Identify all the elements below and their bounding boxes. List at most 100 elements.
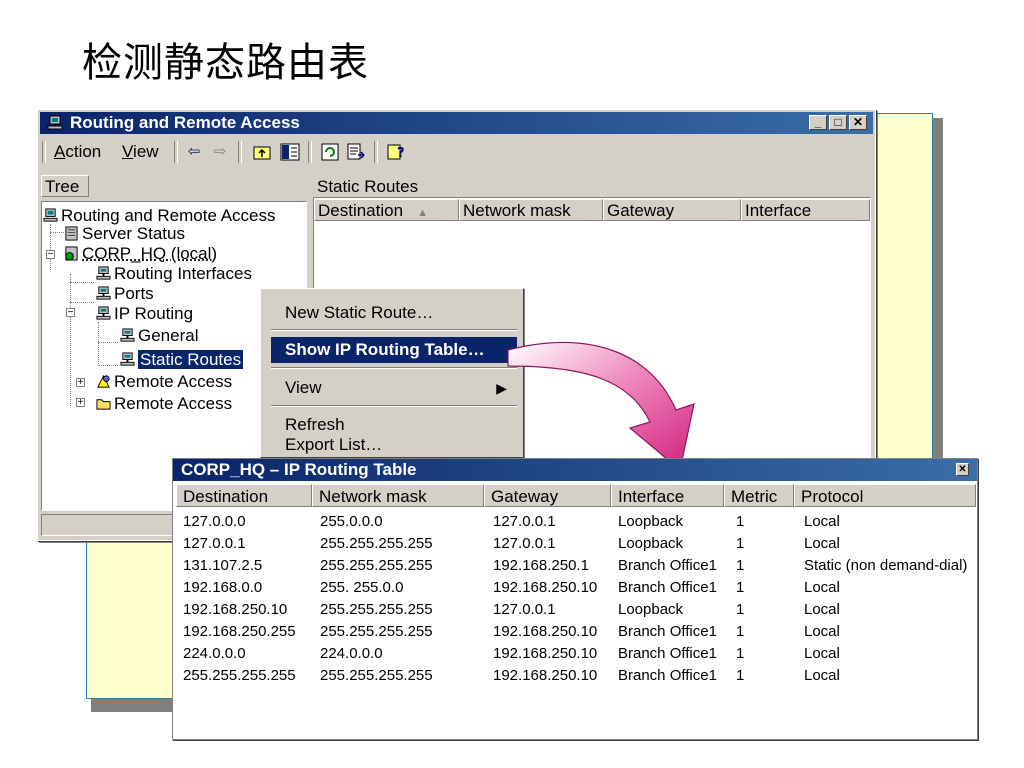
routing-icon xyxy=(120,328,135,342)
column-gateway[interactable]: Gateway xyxy=(603,199,741,221)
refresh-icon[interactable] xyxy=(320,142,340,162)
table-cell: Branch Office1 xyxy=(618,579,717,596)
tree-node-rras-root[interactable]: Routing and Remote Access xyxy=(43,206,276,226)
window-titlebar[interactable]: Routing and Remote Access _ □ ✕ xyxy=(40,112,873,134)
collapse-ip-routing[interactable]: − xyxy=(66,308,75,318)
menu-toolbar: Action View ⇦ ⇨ ? xyxy=(40,138,873,166)
rt-column-interface[interactable]: Interface xyxy=(611,484,724,507)
table-cell: 255. 255.0.0 xyxy=(320,579,404,596)
table-cell: 255.255.255.255 xyxy=(320,557,433,574)
table-cell: Local xyxy=(804,535,840,552)
sort-ascending-icon: ▲ xyxy=(417,207,428,219)
routing-table-titlebar[interactable]: CORP_HQ – IP Routing Table ✕ xyxy=(173,459,977,481)
rt-column-protocol[interactable]: Protocol xyxy=(794,484,976,507)
table-cell: 192.168.250.10 xyxy=(183,601,288,618)
table-cell: 192.168.250.10 xyxy=(493,645,598,662)
tree-node-static-routes[interactable]: Static Routes xyxy=(120,350,244,370)
server-running-icon xyxy=(65,246,78,261)
table-cell: Loopback xyxy=(618,601,684,618)
rras-app-icon xyxy=(47,115,63,130)
forward-arrow-icon[interactable]: ⇨ xyxy=(210,142,230,162)
context-menu: New Static Route… Show IP Routing Table…… xyxy=(260,288,524,458)
table-cell: Local xyxy=(804,601,840,618)
column-destination[interactable]: Destination ▲ xyxy=(314,199,459,221)
table-cell: Branch Office1 xyxy=(618,645,717,662)
table-cell: 192.168.250.10 xyxy=(493,623,598,640)
routing-table-title: CORP_HQ – IP Routing Table xyxy=(181,460,417,479)
menu-item-view[interactable]: View ▶ xyxy=(271,375,517,401)
rt-column-metric[interactable]: Metric xyxy=(724,484,794,507)
table-cell: 127.0.0.1 xyxy=(183,535,246,552)
table-cell: Local xyxy=(804,579,840,596)
close-button[interactable]: ✕ xyxy=(956,463,969,476)
table-cell: 1 xyxy=(736,601,745,618)
menu-item-refresh[interactable]: Refresh xyxy=(271,415,517,435)
menu-item-export-list[interactable]: Export List… xyxy=(271,435,517,455)
table-cell: 127.0.0.1 xyxy=(493,535,556,552)
server-status-icon xyxy=(65,226,78,241)
expand-remote-access-logging[interactable]: + xyxy=(76,398,85,408)
column-interface[interactable]: Interface xyxy=(741,199,870,221)
table-cell: 224.0.0.0 xyxy=(183,645,246,662)
tree-header[interactable]: Tree xyxy=(41,175,89,197)
table-cell: 255.0.0.0 xyxy=(320,513,383,530)
routing-icon xyxy=(120,352,135,366)
table-cell: 192.168.250.10 xyxy=(493,667,598,684)
menu-view[interactable]: View xyxy=(122,142,159,162)
svg-text:?: ? xyxy=(397,146,405,161)
help-icon[interactable]: ? xyxy=(386,142,406,162)
expand-remote-access-policies[interactable]: + xyxy=(76,378,85,388)
list-header: Static Routes xyxy=(313,175,871,197)
export-list-icon[interactable] xyxy=(346,142,366,162)
tree-node-ports[interactable]: Ports xyxy=(96,284,154,304)
minimize-button[interactable]: _ xyxy=(809,115,827,130)
slide-title: 检测静态路由表 xyxy=(82,40,369,86)
table-cell: 192.168.250.255 xyxy=(183,623,296,640)
table-cell: 131.107.2.5 xyxy=(183,557,263,574)
table-cell: 1 xyxy=(736,623,745,640)
close-button[interactable]: ✕ xyxy=(849,115,867,130)
table-cell: Local xyxy=(804,645,840,662)
menu-item-new-static-route[interactable]: New Static Route… xyxy=(271,300,517,326)
tree-node-ip-routing[interactable]: IP Routing xyxy=(96,304,193,324)
table-cell: Loopback xyxy=(618,513,684,530)
rt-column-network-mask[interactable]: Network mask xyxy=(312,484,484,507)
menu-item-show-ip-routing-table[interactable]: Show IP Routing Table… xyxy=(271,337,517,363)
table-cell: 127.0.0.1 xyxy=(493,513,556,530)
column-network-mask[interactable]: Network mask xyxy=(459,199,603,221)
table-cell: 127.0.0.0 xyxy=(183,513,246,530)
rt-column-gateway[interactable]: Gateway xyxy=(484,484,611,507)
collapse-corp-hq[interactable]: − xyxy=(46,250,55,260)
table-cell: 192.168.250.10 xyxy=(493,579,598,596)
back-arrow-icon[interactable]: ⇦ xyxy=(184,142,204,162)
table-cell: 224.0.0.0 xyxy=(320,645,383,662)
maximize-button[interactable]: □ xyxy=(829,115,847,130)
routing-icon xyxy=(96,286,111,300)
table-cell: 255.255.255.255 xyxy=(183,667,296,684)
table-cell: 192.168.250.1 xyxy=(493,557,589,574)
tree-node-server-status[interactable]: Server Status xyxy=(64,224,185,244)
rt-column-destination[interactable]: Destination xyxy=(176,484,312,507)
table-cell: Local xyxy=(804,623,840,640)
tree-node-remote-access-policies[interactable]: Remote Access xyxy=(96,372,232,392)
tree-node-general[interactable]: General xyxy=(120,326,198,346)
table-cell: 255.255.255.255 xyxy=(320,667,433,684)
table-cell: Branch Office1 xyxy=(618,667,717,684)
table-cell: 1 xyxy=(736,557,745,574)
table-cell: 255.255.255.255 xyxy=(320,601,433,618)
tree-node-corp-hq[interactable]: CORP_HQ (local) xyxy=(64,244,217,264)
table-cell: 1 xyxy=(736,535,745,552)
table-cell: Branch Office1 xyxy=(618,623,717,640)
table-cell: 1 xyxy=(736,513,745,530)
rras-server-icon xyxy=(43,208,58,222)
window-title: Routing and Remote Access xyxy=(70,113,300,132)
show-tree-icon[interactable] xyxy=(280,142,300,162)
table-cell: 127.0.0.1 xyxy=(493,601,556,618)
table-cell: Local xyxy=(804,667,840,684)
tree-node-remote-access-logging[interactable]: Remote Access xyxy=(96,394,232,414)
up-folder-icon[interactable] xyxy=(252,142,272,162)
menu-action[interactable]: Action xyxy=(54,142,101,162)
tree-node-routing-interfaces[interactable]: Routing Interfaces xyxy=(96,264,252,284)
table-cell: Static (non demand-dial) xyxy=(804,557,968,574)
table-cell: 255.255.255.255 xyxy=(320,535,433,552)
